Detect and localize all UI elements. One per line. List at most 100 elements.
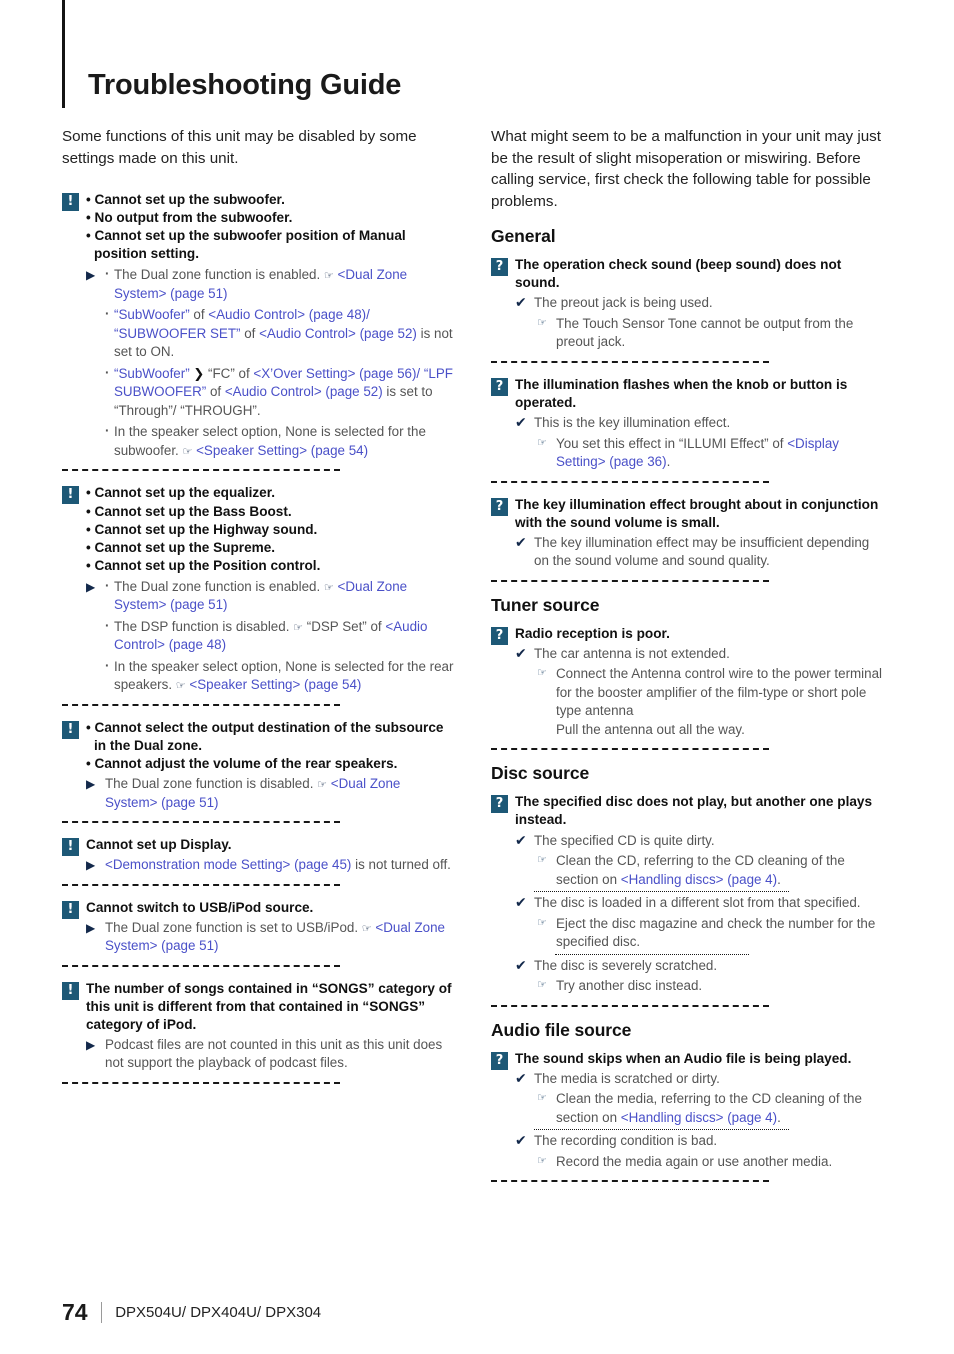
cross-reference-link[interactable]: <Audio Control> (page 52) (225, 384, 383, 399)
troubleshooting-block: ! • Cannot select the output destination … (62, 719, 454, 812)
section-separator (491, 1180, 769, 1183)
symptom-line: The specified disc does not play, but an… (515, 794, 873, 828)
block-body: The number of songs contained in “SONGS”… (62, 980, 454, 1073)
right-column: What might seem to be a malfunction in y… (491, 126, 883, 1195)
symptom-line: • Cannot set up the Bass Boost. (86, 503, 292, 519)
troubleshooting-block: ! The number of songs contained in “SONGS… (62, 980, 454, 1073)
symptom-line: Cannot switch to USB/iPod source. (86, 899, 314, 915)
right-intro-text: What might seem to be a malfunction in y… (491, 128, 881, 210)
cross-reference-link[interactable]: <Handling discs> (page 4) (621, 872, 777, 887)
cause-item: ▶ <Demonstration mode Setting> (page 45) … (86, 856, 454, 875)
check-icon: ✔ (515, 533, 527, 550)
triangle-icon: ▶ (86, 920, 96, 935)
warning-icon: ! (62, 900, 79, 919)
model-names: DPX504U/ DPX404U/ DPX304 (115, 1304, 322, 1321)
symptom-line: • Cannot adjust the volume of the rear s… (86, 756, 398, 772)
block-body: The operation check sound (beep sound) d… (491, 256, 883, 352)
hand-icon: ☞ (323, 581, 334, 594)
page-footer: 74 DPX504U/ DPX404U/ DPX304 (62, 1299, 321, 1326)
left-column: Some functions of this unit may be disab… (62, 126, 454, 1097)
right-sections: General? The operation check sound (beep … (491, 226, 883, 1183)
item-text: The recording condition is bad. (534, 1133, 718, 1149)
solution-item: ☞ Try another disc instead. (515, 977, 883, 996)
cross-reference-link[interactable]: “SUBWOOFER SET” (114, 326, 240, 341)
cross-reference-link[interactable]: <Speaker Setting> (page 54) (189, 677, 361, 692)
cause-item: ▶ The Dual zone function is enabled. ☞ <D… (86, 577, 454, 695)
cause-item: ✔ The key illumination effect may be insu… (515, 534, 883, 571)
symptom-line: The number of songs contained in “SONGS”… (86, 980, 452, 1032)
cross-reference-link[interactable]: “SubWoofer” (114, 366, 190, 381)
symptom-line: • No output from the subwoofer. (86, 210, 293, 226)
troubleshooting-block: ? The operation check sound (beep sound) … (491, 256, 883, 352)
cause-item: ✔ The preout jack is being used. (515, 294, 883, 313)
warning-icon: ! (62, 193, 79, 212)
item-separator (555, 953, 749, 955)
warning-icon: ! (62, 486, 79, 505)
question-icon: ? (491, 377, 508, 396)
solution-item: ☞ Record the media again or use another m… (515, 1153, 883, 1172)
troubleshooting-block: ? The illumination flashes when the knob … (491, 376, 883, 472)
question-icon: ? (491, 795, 508, 814)
item-text: <Demonstration mode Setting> (page 45) i… (105, 857, 451, 873)
item-text: The Dual zone function is disabled. ☞ <D… (105, 776, 401, 810)
cross-reference-link[interactable]: <Audio Control> (page 48)/ (208, 307, 370, 322)
page-number: 74 (62, 1299, 88, 1325)
section-heading: Tuner source (491, 594, 600, 615)
item-text: Connect the Antenna control wire to the … (556, 666, 883, 737)
section-separator (62, 703, 340, 706)
cross-reference-link[interactable]: <Handling discs> (page 4) (621, 1110, 777, 1125)
hand-icon: ☞ (293, 621, 304, 634)
cross-reference-link[interactable]: <Dual Zone System> (page 51) (114, 579, 407, 613)
cross-reference-link[interactable]: <Dual Zone System> (page 51) (105, 920, 445, 954)
troubleshooting-block: ? Radio reception is poor. ✔ The car antenn… (491, 625, 883, 740)
item-separator (534, 1129, 789, 1131)
footer-divider (100, 1302, 103, 1323)
solution-item: ☞ You set this effect in “ILLUMI Effect” … (515, 435, 883, 472)
hand-icon: ☞ (537, 854, 547, 867)
check-icon: ✔ (515, 831, 527, 848)
cause-item: ✔ The specified CD is quite dirty. (515, 832, 883, 851)
symptom-line: The illumination flashes when the knob o… (515, 376, 848, 411)
symptom-line: Radio reception is poor. (515, 625, 670, 641)
cause-sub-item: “SubWoofer” ❯ “FC” of <X’Over Setting> (… (105, 364, 454, 421)
symptom-line: The sound skips when an Audio file is be… (515, 1050, 852, 1066)
cause-item: ✔ The recording condition is bad. (515, 1132, 883, 1151)
troubleshooting-block: ! Cannot switch to USB/iPod source. ▶ The D… (62, 899, 454, 956)
block-body: Radio reception is poor. ✔ The car antenna… (491, 625, 883, 740)
cause-item: ✔ This is the key illumination effect. (515, 414, 883, 433)
symptom-line: • Cannot set up the subwoofer position o… (86, 228, 406, 262)
cross-reference-link[interactable]: <Audio Control> (page 52) (259, 326, 417, 341)
cross-reference-link[interactable]: <Display Setting> (page 36) (556, 436, 839, 470)
solution-item: ☞ Connect the Antenna control wire to the… (515, 665, 883, 739)
item-text: Clean the media, referring to the CD cle… (556, 1091, 862, 1125)
page-title: Troubleshooting Guide (88, 69, 402, 102)
cross-reference-link[interactable]: <Audio Control> (page 48) (114, 619, 427, 653)
cause-item: ▶ The Dual zone function is enabled. ☞ <D… (86, 265, 454, 460)
section-heading: General (491, 226, 556, 247)
cross-reference-link[interactable]: “SubWoofer” (114, 307, 190, 322)
triangle-icon: ▶ (86, 1037, 96, 1052)
cross-reference-link[interactable]: <Dual Zone System> (page 51) (105, 776, 400, 810)
troubleshooting-block: ! • Cannot set up the equalizer. • Cannot … (62, 484, 454, 694)
left-blocks: ! • Cannot set up the subwoofer. • No outp… (62, 191, 454, 1084)
check-icon: ✔ (515, 1132, 527, 1149)
section-separator (491, 579, 769, 582)
symptom-line: • Cannot set up the equalizer. (86, 485, 276, 501)
symptom-line: The operation check sound (beep sound) d… (515, 257, 842, 291)
cross-reference-link[interactable]: <X’Over Setting> (page 56)/ (253, 366, 420, 381)
hand-icon: ☞ (537, 667, 547, 680)
hand-icon: ☞ (317, 779, 328, 792)
section-separator (62, 469, 340, 472)
cross-reference-link[interactable]: <Dual Zone System> (page 51) (114, 267, 407, 301)
hand-icon: ☞ (175, 680, 186, 693)
cross-reference-link[interactable]: <Speaker Setting> (page 54) (196, 443, 368, 458)
symptom-line: • Cannot select the output destination o… (86, 719, 444, 753)
item-text: The specified CD is quite dirty. (534, 832, 715, 848)
item-text: The car antenna is not extended. (534, 645, 730, 661)
block-body: Cannot set up Display. ▶ <Demonstration mo… (62, 836, 454, 875)
item-text: Podcast files are not counted in this un… (105, 1036, 443, 1071)
solution-item: ☞ Clean the media, referring to the CD cl… (515, 1090, 883, 1127)
item-text: The key illumination effect may be insuf… (534, 534, 870, 569)
section-separator (62, 883, 340, 886)
cross-reference-link[interactable]: <Demonstration mode Setting> (page 45) (105, 857, 351, 872)
